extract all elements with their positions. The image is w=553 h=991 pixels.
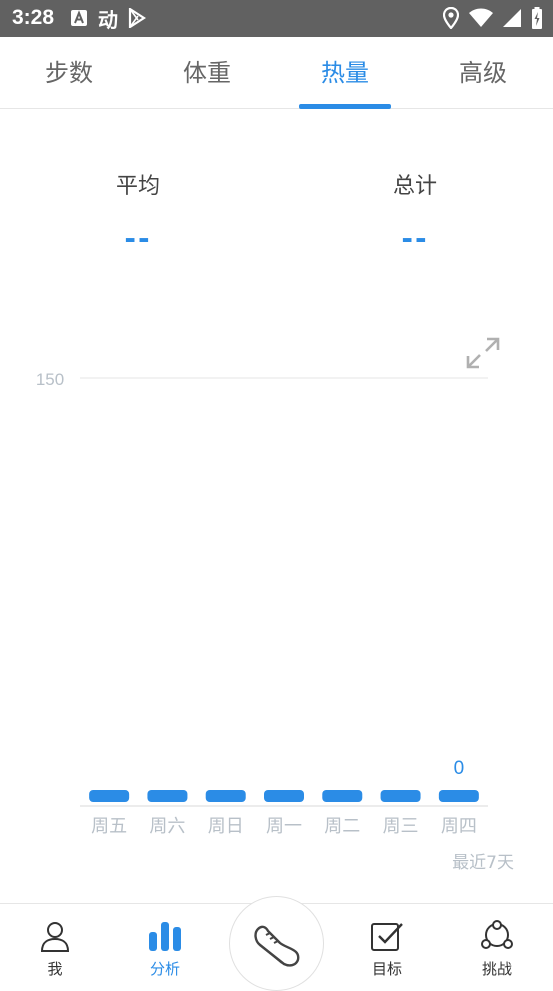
bar-0 bbox=[89, 790, 130, 802]
bar-2 bbox=[205, 790, 246, 802]
center-run-button[interactable] bbox=[229, 896, 324, 991]
bar-5 bbox=[380, 790, 421, 802]
battery-icon bbox=[531, 6, 543, 30]
total-value: -- bbox=[401, 222, 429, 255]
chart-footer: 最近7天 bbox=[452, 853, 514, 873]
bar-4 bbox=[322, 790, 363, 802]
total-label: 总计 bbox=[392, 174, 437, 199]
x-tick-label: 周六 bbox=[149, 816, 185, 837]
bar-3 bbox=[264, 790, 304, 802]
status-bar: 3:28 动 bbox=[0, 0, 553, 37]
tab-indicator bbox=[299, 104, 391, 109]
signal-icon bbox=[503, 6, 521, 30]
wifi-icon bbox=[469, 6, 493, 30]
nav-analysis[interactable]: 分析 bbox=[110, 904, 220, 985]
x-tick-label: 周三 bbox=[383, 816, 419, 837]
average-label: 平均 bbox=[115, 174, 160, 199]
bar-chart-icon bbox=[148, 920, 182, 956]
a-box-icon bbox=[70, 6, 88, 30]
tab-calories[interactable]: 热量 bbox=[276, 37, 414, 109]
checkbox-icon bbox=[370, 920, 404, 956]
location-icon bbox=[443, 6, 459, 30]
x-tick-label: 周二 bbox=[324, 816, 360, 837]
person-icon bbox=[39, 920, 71, 956]
average-value: -- bbox=[124, 222, 152, 255]
tab-advanced[interactable]: 高级 bbox=[414, 37, 552, 109]
tab-bar: 步数 体重 热量 高级 bbox=[0, 37, 553, 109]
bar-1 bbox=[147, 790, 188, 802]
nav-me[interactable]: 我 bbox=[0, 904, 110, 985]
x-tick-label: 周四 bbox=[441, 816, 477, 837]
tab-steps[interactable]: 步数 bbox=[0, 37, 138, 109]
x-tick-label: 周日 bbox=[208, 816, 244, 837]
dong-app-icon: 动 bbox=[98, 7, 118, 32]
nav-goal-label: 目标 bbox=[371, 960, 402, 978]
nav-challenge[interactable]: 挑战 bbox=[442, 904, 552, 985]
calorie-bar-chart: 150 周五 周六 周日 周一 周二 周三 周四 0 最近7天 bbox=[36, 370, 514, 873]
status-time: 3:28 bbox=[12, 6, 55, 29]
data-label: 0 bbox=[454, 758, 465, 779]
nav-goal[interactable]: 目标 bbox=[332, 904, 442, 985]
nav-me-label: 我 bbox=[47, 960, 63, 978]
tab-weight[interactable]: 体重 bbox=[138, 37, 276, 109]
average-stat: 平均 -- bbox=[68, 168, 208, 255]
shoe-icon bbox=[254, 925, 300, 967]
y-tick-label: 150 bbox=[36, 370, 64, 389]
share-nodes-icon bbox=[480, 920, 514, 956]
bar-6 bbox=[438, 790, 479, 802]
total-stat: 总计 -- bbox=[345, 168, 485, 255]
play-store-icon bbox=[128, 6, 146, 30]
x-tick-label: 周五 bbox=[91, 816, 127, 837]
x-tick-label: 周一 bbox=[266, 816, 302, 837]
nav-analysis-label: 分析 bbox=[149, 960, 180, 978]
nav-challenge-label: 挑战 bbox=[481, 960, 512, 978]
